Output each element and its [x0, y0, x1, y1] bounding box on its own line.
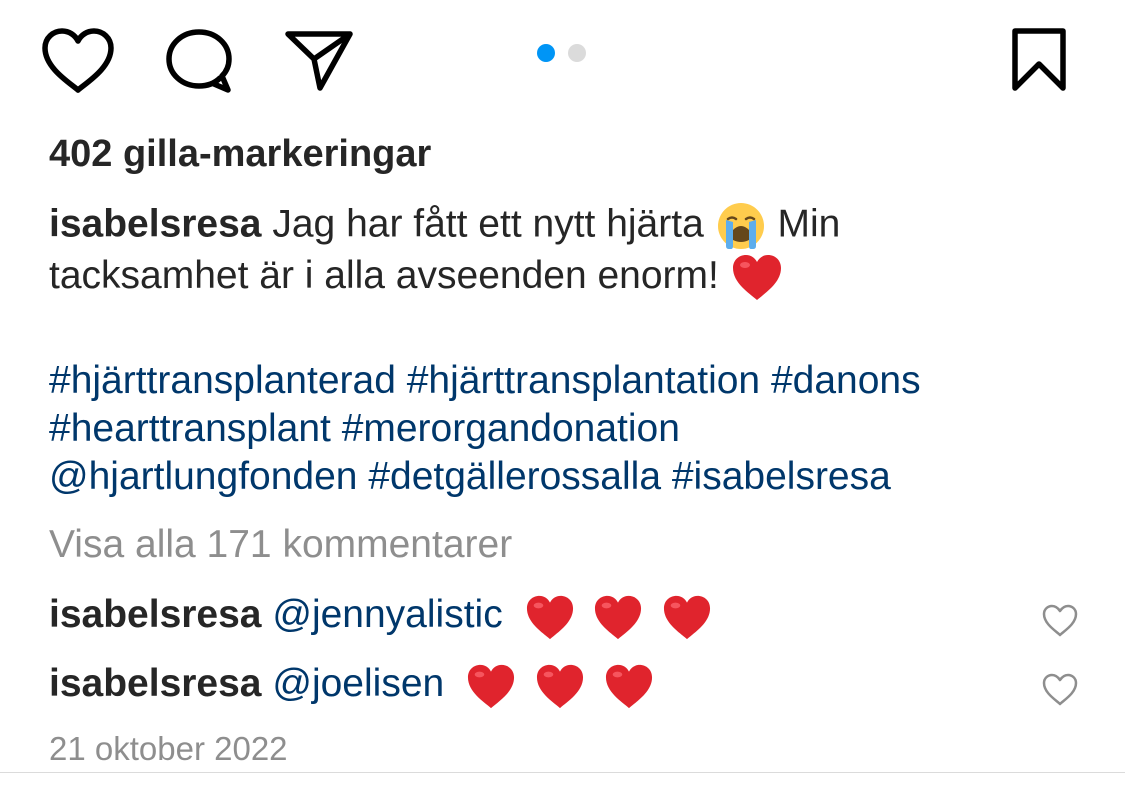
caption-hashtags: #hjärttransplanterad #hjärttransplantati…	[49, 357, 1089, 501]
caption-text-line1: Jag har fått ett nytt hjärta	[272, 202, 704, 246]
mention-hjartlungfonden[interactable]: @hjartlungfonden	[49, 455, 357, 498]
post-caption: isabelsresa Jag har fått ett nytt hjärta…	[49, 200, 1059, 303]
caption-text-after-emoji: Min	[777, 202, 841, 246]
caption-username[interactable]: isabelsresa	[49, 202, 262, 245]
red-heart-emoji	[605, 665, 652, 709]
post-timestamp: 21 oktober 2022	[49, 730, 288, 767]
red-heart-emoji	[730, 253, 784, 303]
red-heart-emoji	[536, 665, 583, 709]
comment-button[interactable]	[162, 26, 238, 96]
comment-hearts	[524, 589, 720, 645]
likes-count[interactable]: 402 gilla-markeringar	[49, 133, 431, 176]
save-button[interactable]	[1003, 24, 1075, 96]
like-button[interactable]	[40, 26, 116, 96]
caption-text-line2: tacksamhet är i alla avseenden enorm!	[49, 254, 719, 297]
comment-mention[interactable]: @jennyalistic	[272, 593, 502, 636]
bookmark-icon	[1012, 28, 1066, 91]
red-heart-emoji	[664, 596, 711, 640]
comment-row: isabelsresa @jennyalistic	[49, 587, 1079, 643]
post-action-bar	[0, 0, 1125, 120]
view-all-comments-link[interactable]: Visa alla 171 kommentarer	[49, 523, 512, 567]
comment-username[interactable]: isabelsresa	[49, 662, 262, 705]
crying-face-emoji	[715, 200, 767, 252]
red-heart-emoji	[468, 665, 515, 709]
red-heart-emoji	[526, 596, 573, 640]
carousel-indicator	[537, 44, 591, 64]
carousel-dot[interactable]	[568, 44, 586, 62]
speech-bubble-icon	[166, 29, 232, 93]
comment-hearts	[465, 658, 661, 714]
comment-mention[interactable]: @joelisen	[272, 662, 444, 705]
heart-outline-icon	[1042, 673, 1078, 706]
red-heart-emoji	[595, 596, 642, 640]
hashtag-line-3[interactable]: #detgällerossalla #isabelsresa	[368, 455, 890, 498]
share-button[interactable]	[282, 26, 358, 96]
comment-like-button[interactable]	[1041, 668, 1079, 706]
hashtag-line-1[interactable]: #hjärttransplanterad #hjärttransplantati…	[49, 359, 921, 402]
heart-outline-icon	[1042, 604, 1078, 637]
comment-like-button[interactable]	[1041, 599, 1079, 637]
heart-outline-icon	[42, 28, 114, 93]
hashtag-line-2[interactable]: #hearttransplant #merorgandonation	[49, 407, 680, 450]
comment-row: isabelsresa @joelisen	[49, 656, 1079, 712]
carousel-dot-active[interactable]	[537, 44, 555, 62]
paper-plane-icon	[285, 31, 353, 91]
divider	[0, 772, 1125, 773]
comment-username[interactable]: isabelsresa	[49, 593, 262, 636]
